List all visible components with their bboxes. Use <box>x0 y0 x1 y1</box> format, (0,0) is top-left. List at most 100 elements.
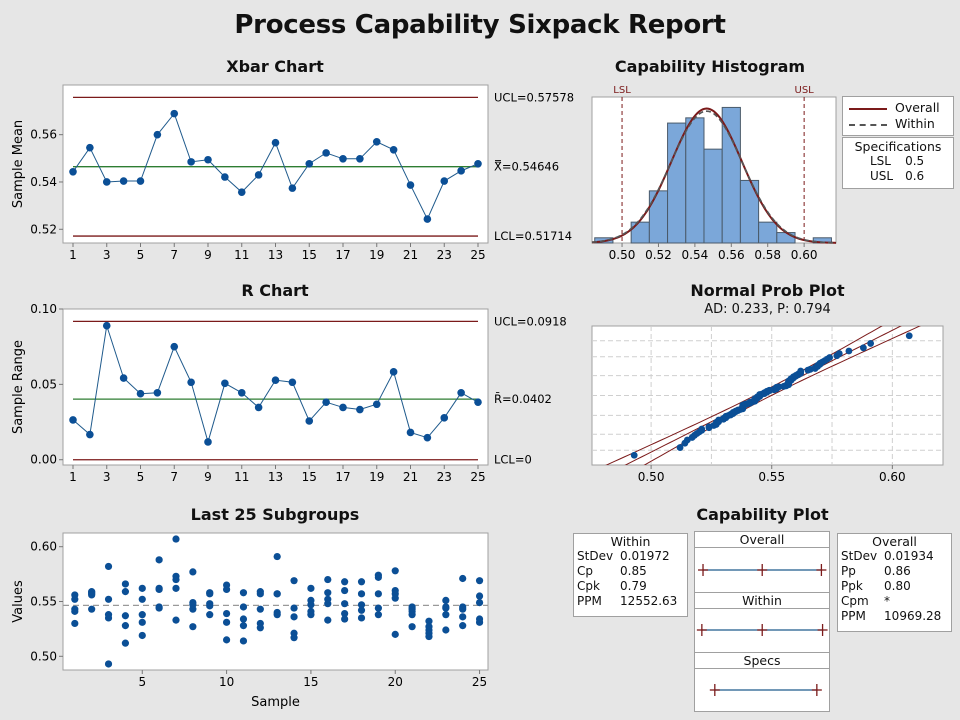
data-point <box>324 575 332 584</box>
data-point <box>239 637 248 645</box>
data-point <box>341 578 349 586</box>
data-point <box>221 379 229 388</box>
x-tick-label: 17 <box>335 248 350 262</box>
data-point <box>121 588 130 596</box>
data-point <box>222 636 231 644</box>
x-tick-label: 0.50 <box>609 248 636 262</box>
stat-label: PPM <box>577 594 602 608</box>
data-point <box>307 601 315 609</box>
data-point <box>69 416 77 424</box>
data-point <box>408 623 416 631</box>
data-point <box>374 590 382 598</box>
data-point <box>119 177 128 185</box>
data-point <box>391 567 399 575</box>
data-point <box>222 585 231 594</box>
stat-row: Cp 0.85 <box>574 564 681 579</box>
data-point <box>905 332 913 340</box>
data-point <box>339 154 347 163</box>
x-tick-label: 0.55 <box>758 470 785 484</box>
x-tick-label: 0.58 <box>754 248 781 262</box>
center-line-label: R̄=0.0402 <box>494 392 552 406</box>
data-point <box>206 602 214 610</box>
stat-value: 0.79 <box>620 579 647 593</box>
lsl-line-label: LSL <box>613 85 631 96</box>
data-point <box>389 146 398 154</box>
x-tick-label: 13 <box>268 470 283 484</box>
data-point <box>440 177 449 185</box>
data-point <box>357 590 366 598</box>
data-point <box>170 342 179 351</box>
usl-line-label: USL <box>795 85 815 96</box>
legend-item-within: Within <box>849 116 935 131</box>
x-tick-label: 0.60 <box>791 248 818 262</box>
histogram-bar <box>739 179 760 244</box>
stat-row: Cpk 0.79 <box>574 579 681 594</box>
y-tick-label: 0.56 <box>30 128 57 142</box>
data-point <box>121 639 130 647</box>
data-point <box>630 451 638 459</box>
within-stats-box: Within StDev 0.01972 Cp 0.85 Cpk 0.79 PPM 12… <box>573 533 688 617</box>
data-point <box>459 605 467 613</box>
data-point <box>187 158 195 166</box>
data-point <box>474 159 482 168</box>
data-point <box>457 167 465 175</box>
data-point <box>88 605 96 613</box>
data-point <box>357 614 366 622</box>
y-tick-label: 0.10 <box>30 302 57 316</box>
data-point <box>71 595 79 603</box>
data-point <box>442 626 450 634</box>
data-point <box>206 611 214 619</box>
data-point <box>189 568 197 576</box>
data-point <box>797 367 805 375</box>
ucl-line-label: UCL=0.57578 <box>494 90 574 104</box>
data-point <box>239 622 248 630</box>
data-point <box>423 215 432 223</box>
data-point <box>104 660 113 668</box>
data-point <box>357 601 366 609</box>
histogram-bar <box>648 190 669 244</box>
stat-value: 10969.28 <box>884 609 942 623</box>
data-point <box>138 618 146 626</box>
x-tick-label: 7 <box>170 470 178 484</box>
y-tick-label: 0.05 <box>30 377 57 391</box>
data-point <box>138 595 146 603</box>
data-point <box>206 590 214 598</box>
data-point <box>138 631 146 640</box>
x-tick-label: 20 <box>388 675 403 689</box>
stat-value: 0.01972 <box>620 549 670 563</box>
stat-row: Pp 0.86 <box>838 564 945 579</box>
data-point <box>273 590 281 598</box>
data-point <box>204 438 212 446</box>
spec-value: 0.6 <box>905 169 925 183</box>
data-point <box>391 594 399 602</box>
x-tick-label: 0.52 <box>645 248 672 262</box>
y-tick-label: 0.55 <box>30 595 57 609</box>
data-point <box>271 376 280 384</box>
data-point <box>153 389 162 397</box>
x-tick-label: 21 <box>403 470 418 484</box>
data-point <box>290 634 298 642</box>
data-point <box>155 604 163 612</box>
histogram-bar <box>703 148 723 244</box>
data-point <box>423 433 432 442</box>
data-point <box>389 368 398 376</box>
data-point <box>408 611 416 619</box>
data-point <box>170 109 179 118</box>
x-tick-label: 0.54 <box>682 248 709 262</box>
x-tick-label: 23 <box>437 248 452 262</box>
dashed-line-swatch <box>849 123 887 126</box>
data-point <box>835 350 843 357</box>
stat-row: StDev 0.01934 <box>838 549 945 564</box>
stat-label: StDev <box>841 549 878 563</box>
x-tick-label: 1 <box>69 470 77 484</box>
data-point <box>324 595 332 603</box>
data-point <box>187 378 195 387</box>
data-point <box>425 632 433 641</box>
data-point <box>237 188 246 196</box>
histogram-bar <box>685 117 705 244</box>
histogram-bar <box>758 221 778 244</box>
data-point <box>172 616 180 624</box>
x-tick-label: 0.56 <box>718 248 745 262</box>
data-point <box>102 321 111 330</box>
stat-value: * <box>884 594 891 608</box>
